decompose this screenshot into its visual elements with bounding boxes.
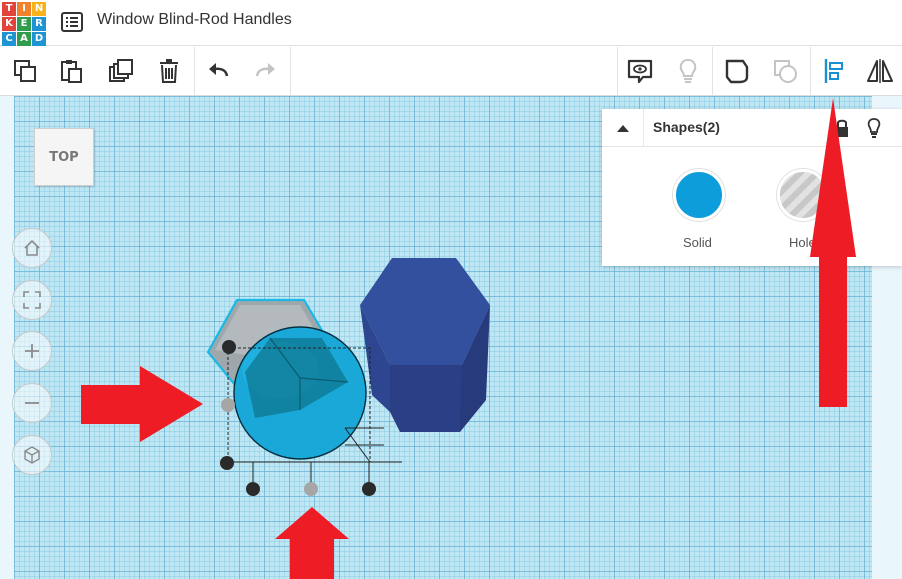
solid-label: Solid	[683, 235, 712, 250]
lock-icon	[836, 119, 848, 137]
collapse-panel-button[interactable]	[602, 109, 644, 147]
sphere-shape[interactable]	[233, 326, 367, 460]
solid-option[interactable]	[673, 169, 725, 221]
resize-handle[interactable]	[222, 340, 236, 354]
hole-label: Hole	[789, 235, 816, 250]
caret-up-icon	[616, 125, 629, 132]
hexagon-prism-shape[interactable]	[360, 258, 490, 432]
resize-handle[interactable]	[362, 482, 376, 496]
resize-handle[interactable]	[246, 482, 260, 496]
inspector-header: Shapes(2)	[602, 109, 902, 147]
lock-button[interactable]	[832, 117, 852, 139]
design-scene	[206, 258, 490, 496]
inspector-title: Shapes(2)	[653, 119, 720, 135]
hide-button[interactable]	[864, 117, 884, 139]
resize-handle[interactable]	[304, 482, 318, 496]
resize-handle[interactable]	[220, 456, 234, 470]
hole-option[interactable]	[777, 169, 829, 221]
light-bulb-icon	[867, 118, 881, 138]
shapes-inspector-panel: Shapes(2) Solid Hole	[602, 109, 902, 266]
tinkercad-app: TINKERCAD Window Blind-Rod Handles TOP S…	[0, 0, 902, 579]
resize-handle[interactable]	[221, 398, 235, 412]
